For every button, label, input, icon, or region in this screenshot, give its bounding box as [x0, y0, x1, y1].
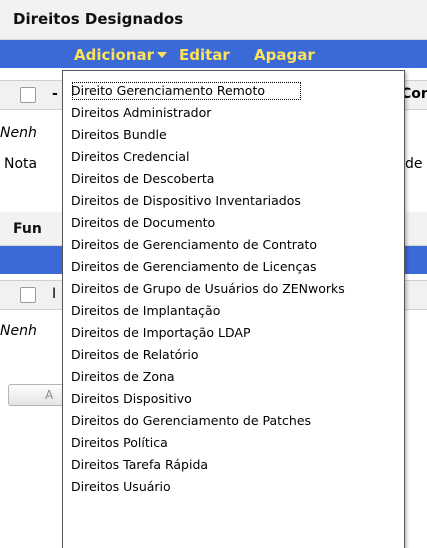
apply-button-label: A: [45, 388, 54, 402]
empty-list-text: Nenh: [0, 125, 37, 141]
note-text: Nota: [4, 156, 38, 172]
add-rights-dropdown-menu: Direito Gerenciamento Remoto Direitos Ad…: [62, 70, 405, 548]
note-text-right: de: [405, 156, 423, 172]
menu-item-document-rights[interactable]: Direitos de Documento: [71, 212, 397, 234]
menu-item-license-management-rights[interactable]: Direitos de Gerenciamento de Licenças: [71, 256, 397, 278]
menu-item-administrator-rights[interactable]: Direitos Administrador: [71, 102, 397, 124]
menu-item-inventoried-device-rights[interactable]: Direitos de Dispositivo Inventariados: [71, 190, 397, 212]
menu-item-credential-rights[interactable]: Direitos Credencial: [71, 146, 397, 168]
select-all-checkbox[interactable]: [20, 87, 36, 103]
menu-item-contract-management-rights[interactable]: Direitos de Gerenciamento de Contrato: [71, 234, 397, 256]
menu-item-bundle-rights[interactable]: Direitos Bundle: [71, 124, 397, 146]
menu-item-deployment-rights[interactable]: Direitos de Implantação: [71, 300, 397, 322]
menu-item-zone-rights[interactable]: Direitos de Zona: [71, 366, 397, 388]
chevron-down-icon[interactable]: [157, 52, 167, 58]
functions-empty-list-text: Nenh: [0, 323, 37, 339]
functions-select-all-checkbox[interactable]: [20, 287, 36, 303]
menu-item-user-rights[interactable]: Direitos Usuário: [71, 476, 397, 498]
menu-item-report-rights[interactable]: Direitos de Relatório: [71, 344, 397, 366]
functions-column-header-partial[interactable]: I: [52, 286, 56, 302]
menu-item-discovery-rights[interactable]: Direitos de Descoberta: [71, 168, 397, 190]
add-menu-button[interactable]: Adicionar: [74, 46, 154, 64]
menu-item-ldap-import-rights[interactable]: Direitos de Importação LDAP: [71, 322, 397, 344]
menu-item-policy-rights[interactable]: Direitos Política: [71, 432, 397, 454]
menu-item-device-rights[interactable]: Direitos Dispositivo: [71, 388, 397, 410]
menu-item-remote-management-right[interactable]: Direito Gerenciamento Remoto: [70, 80, 303, 102]
delete-button[interactable]: Apagar: [254, 46, 315, 64]
edit-button[interactable]: Editar: [179, 46, 230, 64]
column-header-partial[interactable]: -: [52, 86, 58, 102]
menu-item-zenworks-user-group-rights[interactable]: Direitos de Grupo de Usuários do ZENwork…: [71, 278, 397, 300]
assigned-rights-panel-title: Direitos Designados: [0, 0, 427, 40]
menu-item-quick-task-rights[interactable]: Direitos Tarefa Rápida: [71, 454, 397, 476]
menu-item-patch-management-rights[interactable]: Direitos do Gerenciamento de Patches: [71, 410, 397, 432]
